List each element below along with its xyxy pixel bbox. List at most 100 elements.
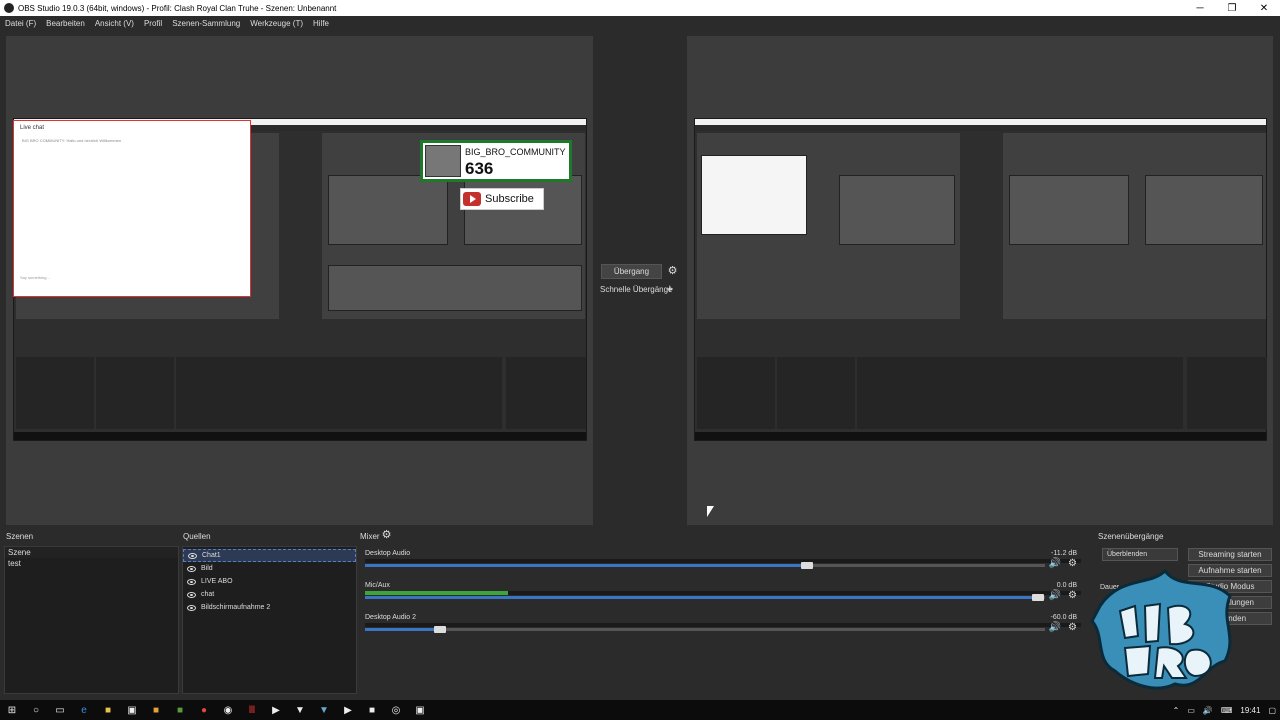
menu-profil[interactable]: Profil xyxy=(139,19,167,28)
source-item-bildschirmaufnahme-2[interactable]: Bildschirmaufnahme 2 xyxy=(183,601,356,614)
menu-hilfe[interactable]: Hilfe xyxy=(308,19,334,28)
red-app-icon[interactable]: Ⅲ xyxy=(245,703,259,717)
store-icon[interactable]: ▣ xyxy=(125,703,139,717)
start-streaming-button[interactable]: Streaming starten xyxy=(1188,548,1272,561)
big-bro-graffiti-logo xyxy=(1090,568,1232,690)
volume-slider[interactable] xyxy=(365,626,1045,633)
volume-slider[interactable] xyxy=(365,594,1045,601)
volume-slider-handle[interactable] xyxy=(800,562,813,569)
tray-chevron-icon[interactable]: ⌃ xyxy=(1173,706,1180,715)
title-bar: OBS Studio 19.0.3 (64bit, windows) - Pro… xyxy=(0,0,1280,16)
close-button[interactable]: ✕ xyxy=(1248,0,1280,16)
channel-name: BIG_BRO_COMMUNITY xyxy=(465,147,566,157)
source-item-bild[interactable]: Bild xyxy=(183,562,356,575)
source-label: Bildschirmaufnahme 2 xyxy=(201,604,271,611)
add-quick-transition-icon[interactable]: + xyxy=(666,282,674,295)
powershell-icon[interactable]: ▶ xyxy=(341,703,355,717)
taskbar-clock[interactable]: 19:41 xyxy=(1240,706,1260,715)
steam-icon[interactable]: ◉ xyxy=(221,703,235,717)
windows-start-icon[interactable]: ⊞ xyxy=(5,703,19,717)
program-canvas xyxy=(687,36,1273,525)
subscriber-count-source[interactable]: BIG_BRO_COMMUNITY 636 xyxy=(420,140,572,182)
task-view-icon[interactable]: ▭ xyxy=(53,703,67,717)
obs-taskbar-icon[interactable]: ◎ xyxy=(389,703,403,717)
menu-szenen-sammlung[interactable]: Szenen-Sammlung xyxy=(167,19,245,28)
file-explorer-icon[interactable]: ■ xyxy=(101,703,115,717)
visibility-eye-icon[interactable] xyxy=(187,591,196,598)
app-icon[interactable]: ■ xyxy=(149,703,163,717)
source-label: LIVE ABO xyxy=(201,578,233,585)
volume-slider-handle[interactable] xyxy=(1032,594,1045,601)
channel-db: -11.2 dB xyxy=(1051,550,1077,557)
window-icon[interactable]: ■ xyxy=(365,703,379,717)
mixer-gear-icon[interactable]: ⚙ xyxy=(381,530,392,541)
channel-db: -60.0 dB xyxy=(1050,614,1077,621)
mouse-cursor-icon xyxy=(707,506,714,517)
scene-item-test[interactable]: test xyxy=(5,558,178,569)
channel-name: Desktop Audio 2 xyxy=(365,614,416,621)
level-meter xyxy=(365,623,1081,627)
channel-logo-icon xyxy=(425,145,461,177)
sources-list: Chat1 Bild LIVE ABO chat Bildschirmaufna… xyxy=(182,546,357,694)
level-meter xyxy=(365,591,1081,595)
speaker-icon[interactable]: 🔊 xyxy=(1049,622,1061,633)
subscribe-badge: Subscribe xyxy=(460,188,544,210)
restore-button[interactable]: ❐ xyxy=(1216,0,1248,16)
nested-obs-capture-program xyxy=(694,118,1267,441)
chrome-icon[interactable]: ● xyxy=(197,703,211,717)
visibility-eye-icon[interactable] xyxy=(187,578,196,585)
speaker-icon[interactable]: 🔊 xyxy=(1049,558,1061,569)
whiteboard-icon[interactable]: ▣ xyxy=(413,703,427,717)
subscribe-label: Subscribe xyxy=(485,193,534,205)
channel-gear-icon[interactable]: ⚙ xyxy=(1068,558,1077,569)
transition-gear-icon[interactable]: ⚙ xyxy=(667,266,678,277)
transition-select[interactable]: Überblenden xyxy=(1102,548,1178,561)
menu-ansicht[interactable]: Ansicht (V) xyxy=(90,19,139,28)
windows-taskbar: ⊞ ○ ▭ e ■ ▣ ■ ■ ● ◉ Ⅲ ▶ ▼ ▼ ▶ ■ ◎ ▣ ⌃ ▭ … xyxy=(0,700,1280,720)
channel-gear-icon[interactable]: ⚙ xyxy=(1068,622,1077,633)
mixer-panel: Desktop Audio -11.2 dB 🔊 ⚙ Mic/Aux 0.0 d… xyxy=(361,546,1087,694)
mixer-channel: Mic/Aux 0.0 dB 🔊 ⚙ xyxy=(363,582,1083,612)
source-item-chat[interactable]: chat xyxy=(183,588,356,601)
mixer-channel: Desktop Audio -11.2 dB 🔊 ⚙ xyxy=(363,550,1083,580)
channel-name: Desktop Audio xyxy=(365,550,411,557)
volume-icon[interactable]: 🔊 xyxy=(1203,706,1213,715)
chat-title: Live chat xyxy=(20,125,45,131)
visibility-eye-icon[interactable] xyxy=(187,604,196,611)
terminal-icon[interactable]: ▶ xyxy=(269,703,283,717)
minecraft-icon[interactable]: ■ xyxy=(173,703,187,717)
sources-header: Quellen xyxy=(183,532,211,541)
keyboard-icon[interactable]: ⌨ xyxy=(1221,706,1233,715)
chat-message: BIG BRO COMMUNITY: Hallo und herzlich Wi… xyxy=(22,138,122,143)
obs-logo-icon xyxy=(4,3,14,13)
menu-werkzeuge[interactable]: Werkzeuge (T) xyxy=(245,19,308,28)
edge-browser-icon[interactable]: e xyxy=(77,703,91,717)
notification-icon[interactable]: ▢ xyxy=(1268,706,1276,715)
visibility-eye-icon[interactable] xyxy=(187,565,196,572)
network-icon[interactable]: ▭ xyxy=(1187,706,1195,715)
channel-gear-icon[interactable]: ⚙ xyxy=(1068,590,1077,601)
menu-datei[interactable]: Datei (F) xyxy=(0,19,41,28)
system-tray: ⌃ ▭ 🔊 ⌨ 19:41 ▢ xyxy=(1169,706,1280,715)
mixer-channel: Desktop Audio 2 -60.0 dB 🔊 ⚙ xyxy=(363,614,1083,644)
source-item-chat1[interactable]: Chat1 xyxy=(183,549,356,562)
visibility-eye-icon[interactable] xyxy=(188,552,197,559)
live-chat-source[interactable]: Live chat BIG BRO COMMUNITY: Hallo und h… xyxy=(13,120,251,297)
vegas-icon[interactable]: ▼ xyxy=(317,703,331,717)
volume-slider-handle[interactable] xyxy=(433,626,446,633)
transition-button[interactable]: Übergang xyxy=(601,264,662,279)
menu-bar: Datei (F) Bearbeiten Ansicht (V) Profil … xyxy=(0,16,1280,30)
speaker-icon[interactable]: 🔊 xyxy=(1049,590,1061,601)
source-item-live-abo[interactable]: LIVE ABO xyxy=(183,575,356,588)
vlc-icon[interactable]: ▼ xyxy=(293,703,307,717)
quick-transitions-label: Schnelle Übergänge xyxy=(600,285,673,294)
volume-slider[interactable] xyxy=(365,562,1045,569)
cortana-search-icon[interactable]: ○ xyxy=(29,703,43,717)
window-title: OBS Studio 19.0.3 (64bit, windows) - Pro… xyxy=(18,3,337,13)
scene-item-szene[interactable]: Szene xyxy=(5,547,178,558)
minimize-button[interactable]: ─ xyxy=(1184,0,1216,16)
source-label: Chat1 xyxy=(202,552,221,559)
level-meter xyxy=(365,559,1081,563)
channel-name: Mic/Aux xyxy=(365,582,390,589)
menu-bearbeiten[interactable]: Bearbeiten xyxy=(41,19,90,28)
